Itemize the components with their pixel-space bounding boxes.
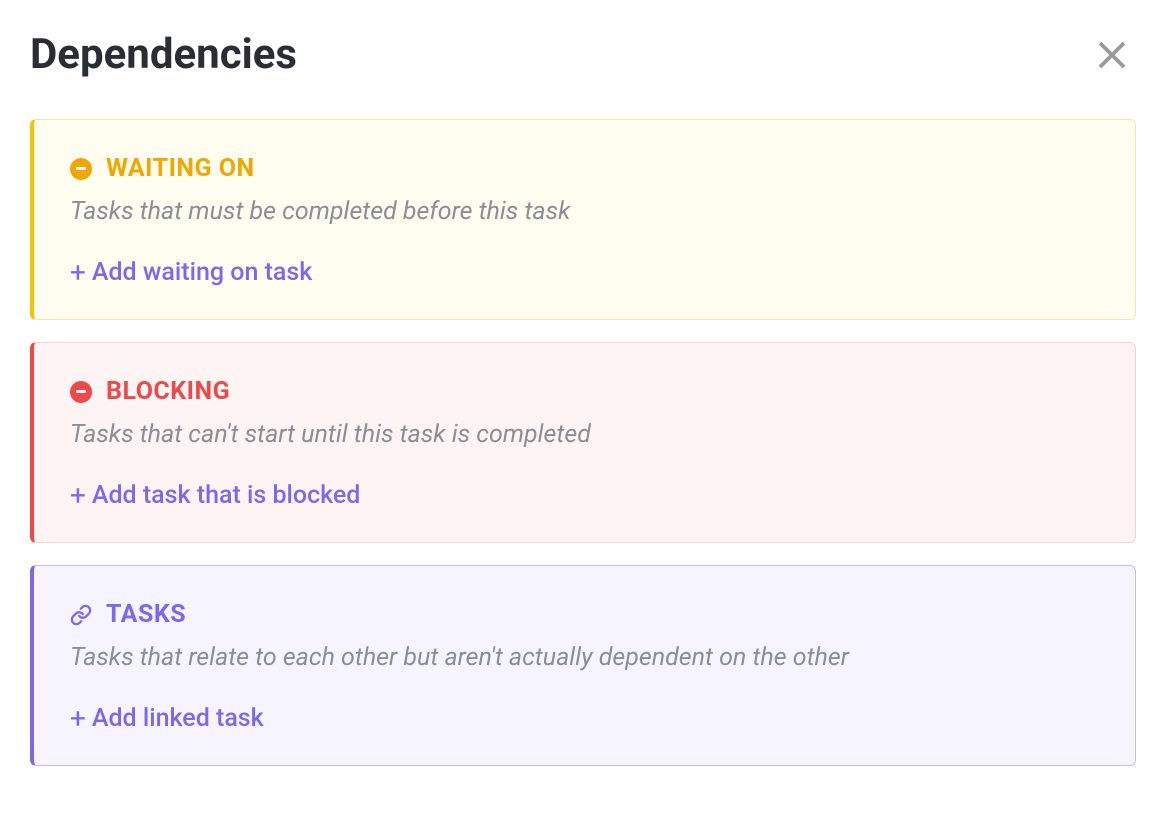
link-icon — [70, 604, 92, 626]
add-linked-task-label: Add linked task — [92, 704, 264, 733]
waiting-on-label: WAITING ON — [106, 154, 255, 183]
add-blocking-label: Add task that is blocked — [92, 481, 361, 510]
waiting-on-description: Tasks that must be completed before this… — [70, 197, 1099, 226]
add-blocking-button[interactable]: + Add task that is blocked — [70, 479, 360, 512]
add-linked-task-button[interactable]: + Add linked task — [70, 702, 264, 735]
blocking-description: Tasks that can't start until this task i… — [70, 420, 1099, 449]
plus-icon: + — [70, 479, 86, 512]
blocking-section: BLOCKING Tasks that can't start until th… — [30, 342, 1136, 543]
add-waiting-on-label: Add waiting on task — [92, 258, 312, 287]
blocking-header: BLOCKING — [70, 377, 1099, 406]
blocking-label: BLOCKING — [106, 377, 230, 406]
close-icon — [1094, 37, 1130, 73]
add-waiting-on-button[interactable]: + Add waiting on task — [70, 256, 312, 289]
waiting-on-section: WAITING ON Tasks that must be completed … — [30, 119, 1136, 320]
close-button[interactable] — [1088, 31, 1136, 79]
plus-icon: + — [70, 702, 86, 735]
tasks-header: TASKS — [70, 600, 1099, 629]
blocking-icon — [70, 381, 92, 403]
tasks-description: Tasks that relate to each other but aren… — [70, 643, 1099, 672]
plus-icon: + — [70, 256, 86, 289]
waiting-on-icon — [70, 158, 92, 180]
dialog-title: Dependencies — [30, 30, 297, 79]
tasks-section: TASKS Tasks that relate to each other bu… — [30, 565, 1136, 766]
waiting-on-header: WAITING ON — [70, 154, 1099, 183]
dialog-header: Dependencies — [30, 30, 1136, 79]
tasks-label: TASKS — [106, 600, 186, 629]
